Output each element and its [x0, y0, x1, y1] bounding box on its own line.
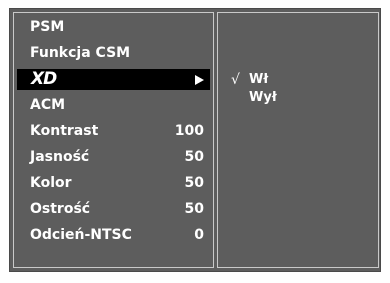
- xd-logo: XD: [31, 69, 57, 89]
- menu-item-kolor[interactable]: Kolor 50: [17, 173, 210, 194]
- menu-item-odcien-ntsc[interactable]: Odcień-NTSC 0: [17, 225, 210, 246]
- osd-picture-menu: PSM Funkcja CSM XD ACM Kontrast 100 Jasn…: [9, 8, 381, 272]
- menu-item-value: 50: [184, 175, 204, 191]
- menu-item-ostrosc[interactable]: Ostrość 50: [17, 199, 210, 220]
- menu-item-label: Ostrość: [30, 201, 91, 217]
- menu-item-xd[interactable]: XD: [17, 69, 210, 90]
- menu-item-label: Jasność: [30, 149, 90, 165]
- menu-item-label: PSM: [30, 19, 65, 35]
- menu-item-label: Odcień-NTSC: [30, 227, 132, 243]
- menu-item-value: 50: [184, 149, 204, 165]
- main-menu-pane: PSM Funkcja CSM XD ACM Kontrast 100 Jasn…: [13, 12, 214, 268]
- submenu-pane: √ Wł Wył: [217, 12, 379, 268]
- menu-item-label: ACM: [30, 97, 66, 113]
- menu-item-value: 50: [184, 201, 204, 217]
- menu-item-psm[interactable]: PSM: [17, 17, 210, 38]
- menu-item-kontrast[interactable]: Kontrast 100: [17, 121, 210, 142]
- submenu-option-on[interactable]: Wł: [249, 71, 268, 89]
- menu-item-label: Kontrast: [30, 123, 99, 139]
- menu-item-value: 100: [174, 123, 204, 139]
- submenu-option-off[interactable]: Wył: [249, 89, 277, 107]
- chevron-right-icon: [195, 75, 204, 85]
- check-mark-icon: √: [231, 72, 240, 88]
- menu-item-label: Funkcja CSM: [30, 45, 131, 61]
- menu-item-value: 0: [194, 227, 204, 243]
- menu-item-acm[interactable]: ACM: [17, 95, 210, 116]
- menu-item-label: Kolor: [30, 175, 72, 191]
- menu-item-funkcja-csm[interactable]: Funkcja CSM: [17, 43, 210, 64]
- menu-item-jasnosc[interactable]: Jasność 50: [17, 147, 210, 168]
